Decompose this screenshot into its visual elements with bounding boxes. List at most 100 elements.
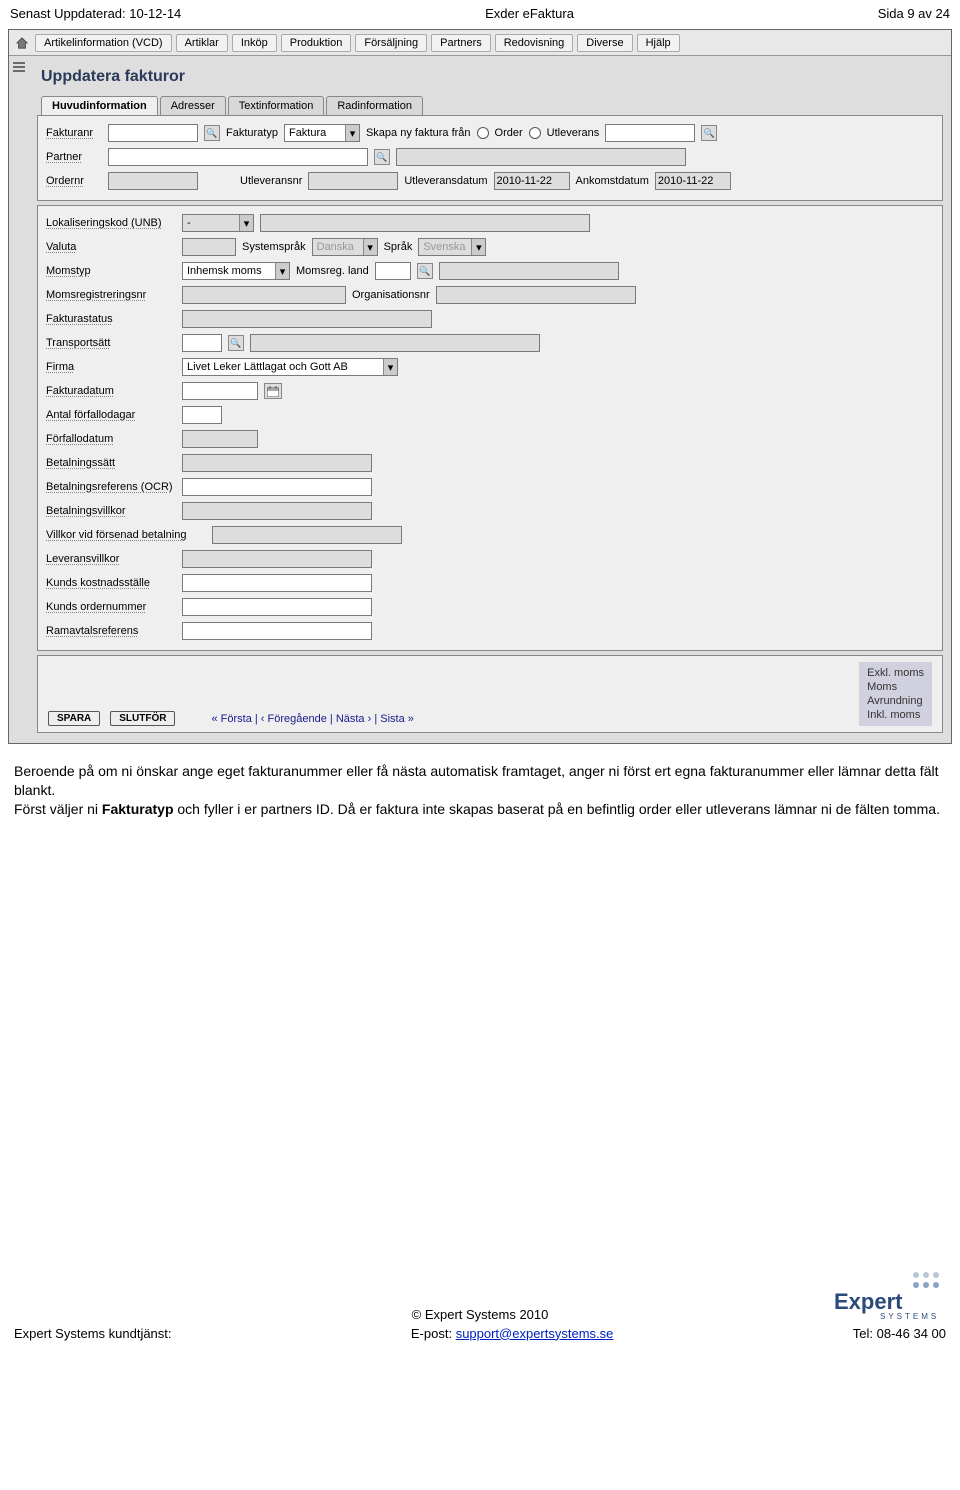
expert-logo: Expert SYSTEMS [834, 1269, 944, 1319]
total-moms: Moms [867, 680, 924, 694]
lbl-ocr: Betalningsreferens (OCR) [46, 481, 176, 493]
tab-adresser[interactable]: Adresser [160, 96, 226, 115]
transport-input[interactable] [182, 334, 222, 352]
sprak-value: Svenska [419, 241, 471, 253]
order-radio[interactable] [477, 127, 489, 139]
calendar-icon[interactable] [264, 383, 282, 399]
lbl-valuta: Valuta [46, 241, 176, 253]
support-email-link[interactable]: support@expertsystems.se [456, 1326, 614, 1341]
menu-inkop[interactable]: Inköp [232, 34, 277, 52]
svg-text:SYSTEMS: SYSTEMS [880, 1312, 939, 1319]
partner-lookup-icon[interactable]: 🔍 [374, 149, 390, 165]
footer-mid: E-post: support@expertsystems.se [411, 1326, 614, 1341]
menu-items: Artikelinformation (VCD) Artiklar Inköp … [35, 34, 945, 52]
chevron-down-icon[interactable]: ▾ [345, 125, 359, 141]
betvillkor-input [182, 502, 372, 520]
fakturanr-lookup-icon[interactable]: 🔍 [204, 125, 220, 141]
utleverans-lookup-icon[interactable]: 🔍 [701, 125, 717, 141]
lbl-momsreg-land: Momsreg. land [296, 265, 369, 277]
ocr-input[interactable] [182, 478, 372, 496]
systemspr-select[interactable]: Danska ▾ [312, 238, 378, 256]
footer-right: Tel: 08-46 34 00 [853, 1326, 946, 1341]
app-screenshot: Artikelinformation (VCD) Artiklar Inköp … [8, 29, 952, 744]
fakturanr-input[interactable] [108, 124, 198, 142]
fakturatyp-select[interactable]: Faktura ▾ [284, 124, 360, 142]
spara-button[interactable]: SPARA [48, 711, 100, 726]
lokal-select[interactable]: - ▾ [182, 214, 254, 232]
utleverans-input[interactable] [605, 124, 695, 142]
chevron-down-icon[interactable]: ▾ [275, 263, 289, 279]
ankomst-input [655, 172, 731, 190]
lbl-utleverans: Utleverans [547, 127, 600, 139]
transport-display [250, 334, 540, 352]
lbl-levvillkor: Leveransvillkor [46, 553, 176, 565]
fakturadatum-input[interactable] [182, 382, 258, 400]
panel-bottom: SPARA SLUTFÖR « Första | ‹ Föregående | … [37, 655, 943, 733]
utleverans-radio[interactable] [529, 127, 541, 139]
tab-huvudinfo[interactable]: Huvudinformation [41, 96, 158, 115]
home-icon[interactable] [15, 37, 29, 49]
menu-partners[interactable]: Partners [431, 34, 491, 52]
antalfd-input[interactable] [182, 406, 222, 424]
lbl-momsregnr: Momsregistreringsnr [46, 289, 176, 301]
momsreg-lookup-icon[interactable]: 🔍 [417, 263, 433, 279]
lbl-transportsatt: Transportsätt [46, 337, 176, 349]
transport-lookup-icon[interactable]: 🔍 [228, 335, 244, 351]
total-exkl: Exkl. moms [867, 666, 924, 680]
lbl-kundskost: Kunds kostnadsställe [46, 577, 176, 589]
lbl-fakturastatus: Fakturastatus [46, 313, 176, 325]
sprak-select[interactable]: Svenska ▾ [418, 238, 486, 256]
utlevdatum-input [494, 172, 570, 190]
form-region: Uppdatera fakturor Huvudinformation Adre… [33, 56, 951, 743]
lokal-value: - [183, 217, 239, 229]
list-icon[interactable] [13, 62, 25, 72]
menu-artikelinfo[interactable]: Artikelinformation (VCD) [35, 34, 172, 52]
orgnr-input [436, 286, 636, 304]
left-gutter [9, 56, 29, 78]
momsregnr-input [182, 286, 346, 304]
tab-radinfo[interactable]: Radinformation [326, 96, 423, 115]
kundskost-input[interactable] [182, 574, 372, 592]
menu-hjalp[interactable]: Hjälp [637, 34, 680, 52]
menu-redovisning[interactable]: Redovisning [495, 34, 574, 52]
menu-produktion[interactable]: Produktion [281, 34, 352, 52]
momsreg-land-display [439, 262, 619, 280]
partner-display [396, 148, 686, 166]
lbl-fakturadatum: Fakturadatum [46, 385, 176, 397]
tabs: Huvudinformation Adresser Textinformatio… [37, 96, 943, 115]
momstyp-select[interactable]: Inhemsk moms ▾ [182, 262, 290, 280]
kundsord-input[interactable] [182, 598, 372, 616]
fakturastatus-input [182, 310, 432, 328]
betalningssatt-input [182, 454, 372, 472]
firma-select[interactable]: Livet Leker Lättlagat och Gott AB ▾ [182, 358, 398, 376]
momsreg-land-input[interactable] [375, 262, 411, 280]
total-avr: Avrundning [867, 694, 924, 708]
lbl-ankomst: Ankomstdatum [576, 175, 649, 187]
menu-diverse[interactable]: Diverse [577, 34, 632, 52]
lbl-utleveransnr: Utleveransnr [240, 175, 302, 187]
lbl-ordernr: Ordernr [46, 175, 102, 187]
menu-artiklar[interactable]: Artiklar [176, 34, 228, 52]
lbl-kundsord: Kunds ordernummer [46, 601, 176, 613]
chevron-down-icon[interactable]: ▾ [239, 215, 253, 231]
tab-textinfo[interactable]: Textinformation [228, 96, 325, 115]
menu-forsaljning[interactable]: Försäljning [355, 34, 427, 52]
panel-main: Lokaliseringskod (UNB) - ▾ Valuta System… [37, 205, 943, 651]
header-left: Senast Uppdaterad: 10-12-14 [10, 6, 181, 21]
lbl-betalningssatt: Betalningssätt [46, 457, 176, 469]
chevron-down-icon[interactable]: ▾ [383, 359, 397, 375]
slutfor-button[interactable]: SLUTFÖR [110, 711, 175, 726]
footer-copyright: © Expert Systems 2010 [14, 1307, 946, 1322]
partner-input[interactable] [108, 148, 368, 166]
pager[interactable]: « Första | ‹ Föregående | Nästa › | Sist… [211, 713, 413, 725]
chevron-down-icon[interactable]: ▾ [471, 239, 485, 255]
svg-text:Expert: Expert [834, 1289, 903, 1314]
body-text: Beroende på om ni önskar ange eget faktu… [0, 758, 960, 827]
lbl-orgnr: Organisationsnr [352, 289, 430, 301]
ramavtal-input[interactable] [182, 622, 372, 640]
fakturatyp-value: Faktura [285, 127, 345, 139]
menubar: Artikelinformation (VCD) Artiklar Inköp … [9, 30, 951, 56]
forfallodatum-input [182, 430, 258, 448]
momstyp-value: Inhemsk moms [183, 265, 275, 277]
chevron-down-icon[interactable]: ▾ [363, 239, 377, 255]
